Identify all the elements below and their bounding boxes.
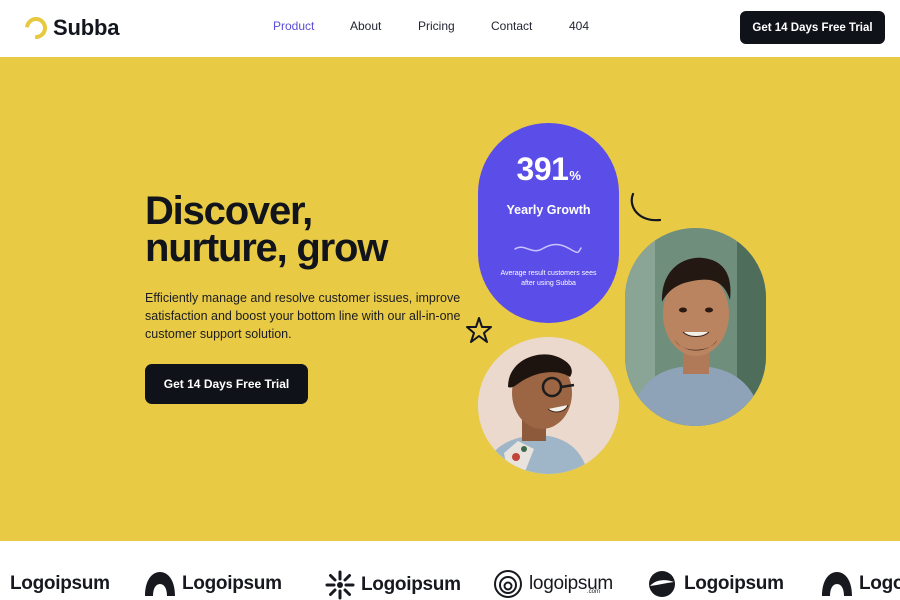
partner-logo-text: Logo [859,573,900,594]
growth-stat-number: 391 [516,151,569,187]
partner-logo-subtext: .com [587,589,601,595]
growth-stat-unit: % [569,168,581,183]
growth-stat-note: Average result customers sees after usin… [500,270,597,287]
partner-logo-text: Logoipsum [10,573,110,594]
wave-line-icon [514,243,582,254]
top-navbar: Subba Product About Pricing Contact 404 … [0,0,900,56]
partner-logo: Logoipsum [0,573,110,595]
partner-logo: logoipsum .com [493,569,613,599]
nav-free-trial-button[interactable]: Get 14 Days Free Trial [740,11,885,44]
hero-headline-line2: nurture, grow [145,226,388,270]
partner-logo-text: logoipsum [529,573,613,594]
portrait-man-illustration [625,228,766,426]
growth-stat-card: 391% Yearly Growth Average result custom… [478,123,619,323]
growth-stat-label: Yearly Growth [506,203,591,217]
arc-decoration-icon [630,192,662,222]
nav-link-product[interactable]: Product [273,19,314,33]
portrait-smiling-man-illustration [478,337,619,474]
brand-ring-icon [20,12,52,44]
hero-section: Discover, nurture, grow Efficiently mana… [0,57,900,541]
nav-link-404[interactable]: 404 [569,19,589,33]
partner-logo: Logoipsum [646,571,784,597]
hero-free-trial-button[interactable]: Get 14 Days Free Trial [145,364,308,404]
partner-logo: Logo [821,572,900,596]
growth-stat-value: 391% [478,151,619,188]
swoosh-icon [649,571,675,597]
sunburst-icon [325,570,355,600]
brand-logo-link[interactable]: Subba [20,12,120,44]
hero-headline-line1: Discover, [145,189,313,233]
hero-headline: Discover, nurture, grow [145,189,445,270]
hero-subtext: Efficiently manage and resolve customer … [145,291,461,341]
nav-link-about[interactable]: About [350,19,381,33]
partner-logo-text: Logoipsum [361,574,461,595]
arch-icon [822,572,852,596]
customer-portrait-man [625,228,766,426]
partner-logos-strip: Logoipsum Logoipsum Logoipsum logoipsum … [0,541,900,600]
partner-logo-text: Logoipsum [684,573,784,594]
partner-logo: Logoipsum [325,570,461,600]
brand-name: Subba [53,15,120,40]
spiral-icon [494,570,522,598]
half-circle-icon [0,573,4,595]
arch-icon [145,572,175,596]
star-doodle-icon [466,317,492,343]
partner-logo: Logoipsum [144,572,282,596]
partner-logo-text: Logoipsum [182,573,282,594]
nav-link-contact[interactable]: Contact [491,19,532,33]
customer-portrait-smiling-man [478,337,619,474]
nav-link-pricing[interactable]: Pricing [418,19,455,33]
